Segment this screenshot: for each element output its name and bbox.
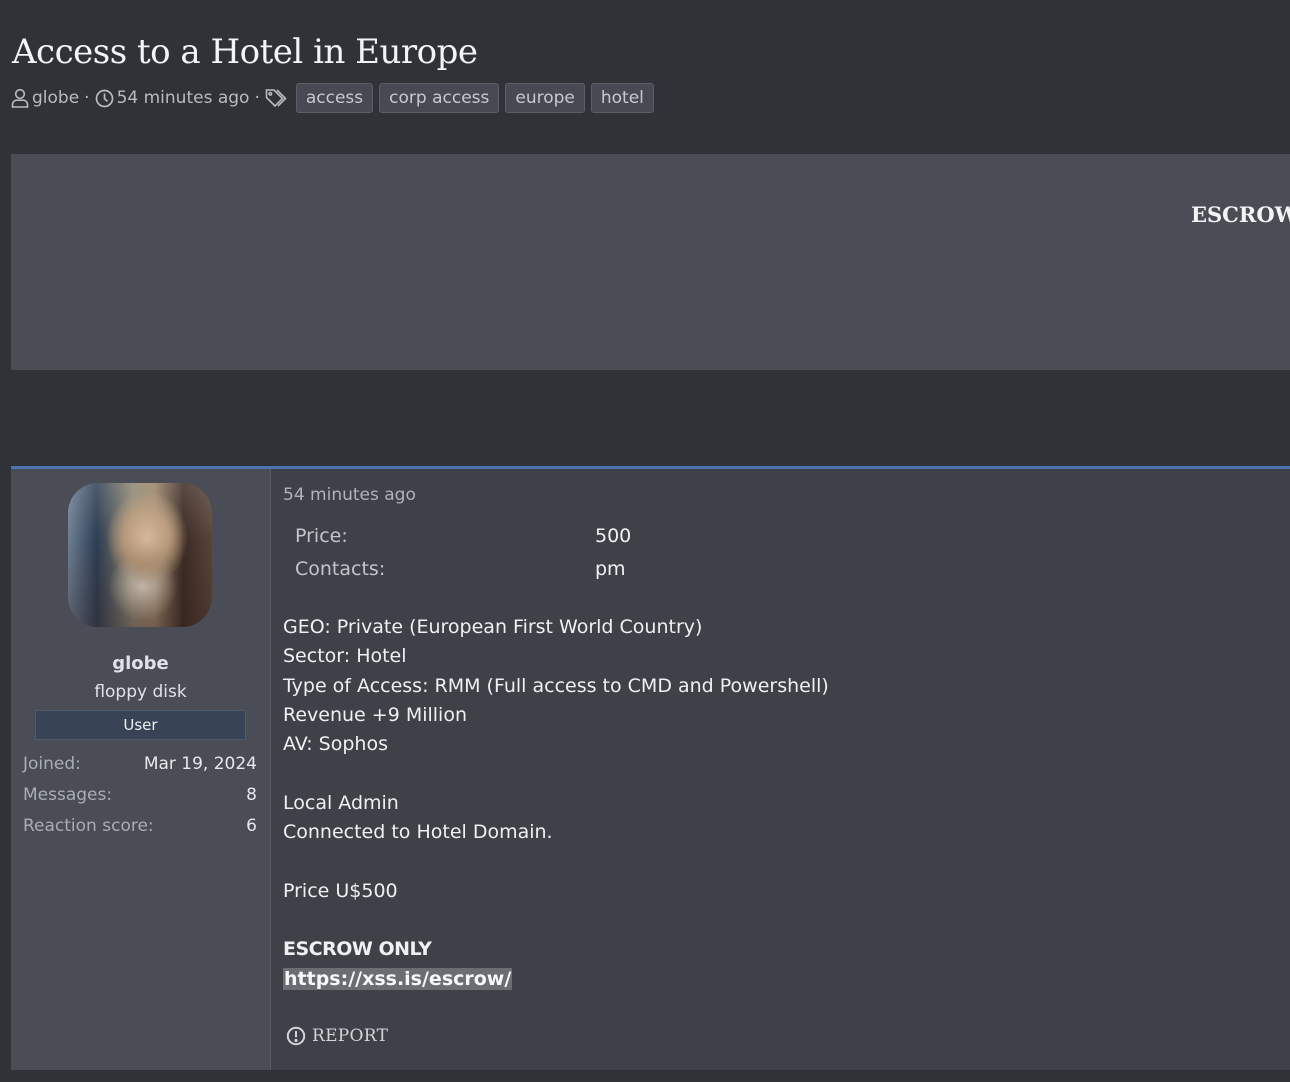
tag-corp-access[interactable]: corp access [379,83,500,113]
meta-separator: · [84,88,90,108]
stat-messages: Messages: 8 [23,785,257,816]
avatar-image [68,483,212,627]
user-icon [11,88,29,108]
field-value: pm [595,558,626,580]
body-price: Price U$500 [283,879,398,902]
field-value: 500 [595,525,632,547]
body-sector: Sector: Hotel [283,645,407,668]
post-date-link[interactable]: 54 minutes ago [283,485,416,505]
field-price: Price: 500 [295,525,631,558]
thread-page: Access to a Hotel in Europe globe · 54 m… [0,0,1290,1082]
post: globe floppy disk User Joined: Mar 19, 2… [11,466,1290,1070]
thread-time-link[interactable]: 54 minutes ago [117,88,250,108]
escrow-link[interactable]: https://xss.is/escrow/ [283,967,513,990]
banner-text: ESCROW [1191,202,1290,227]
field-contacts: Contacts: pm [295,558,631,591]
tag-access[interactable]: access [295,83,374,113]
stat-joined: Joined: Mar 19, 2024 [23,754,257,785]
post-user-panel: globe floppy disk User Joined: Mar 19, 2… [11,469,271,1070]
thread-meta: globe · 54 minutes ago · access corp acc… [11,83,660,113]
stat-reaction-score: Reaction score: 6 [23,816,257,847]
thread-title: Access to a Hotel in Europe [12,32,478,72]
exclamation-circle-icon [286,1026,306,1046]
post-fields: Price: 500 Contacts: pm [295,525,631,591]
avatar[interactable] [68,483,212,627]
body-geo: GEO: Private (European First World Count… [283,616,703,638]
body-domain: Connected to Hotel Domain. [283,821,553,844]
tag-europe[interactable]: europe [505,83,585,113]
stat-value[interactable]: 8 [246,785,257,816]
tags-icon [265,88,289,108]
field-label: Price: [295,525,348,547]
body-escrow: ESCROW ONLY [283,938,432,961]
body-local-admin: Local Admin [283,791,399,814]
report-label: REPORT [312,1026,389,1046]
body-av: AV: Sophos [283,733,388,756]
stat-value: Mar 19, 2024 [143,754,257,774]
post-content: 54 minutes ago Price: 500 Contacts: pm G… [271,469,1290,1070]
post-body: GEO: Private (European First World Count… [283,613,829,994]
user-role-badge: User [35,710,246,740]
field-label: Contacts: [295,558,386,580]
report-button[interactable]: REPORT [286,1026,388,1046]
body-access-type: Type of Access: RMM (Full access to CMD … [283,674,829,697]
stat-label: Messages: [23,785,113,805]
user-title: floppy disk [94,682,187,702]
tag-list: access corp access europe hotel [295,83,660,113]
escrow-banner: ESCROW [11,154,1290,370]
meta-separator: · [254,88,260,108]
clock-icon [95,89,114,108]
stat-value: 6 [246,816,257,836]
tag-hotel[interactable]: hotel [590,83,654,113]
stat-label: Reaction score: [23,816,154,836]
body-revenue: Revenue +9 Million [283,703,468,726]
username-link[interactable]: globe [11,653,270,674]
stat-label: Joined: [23,754,81,774]
author-link[interactable]: globe [32,88,79,108]
user-stats: Joined: Mar 19, 2024 Messages: 8 Reactio… [23,754,257,847]
body-escrow-link-line: https://xss.is/escrow/ [283,965,829,994]
